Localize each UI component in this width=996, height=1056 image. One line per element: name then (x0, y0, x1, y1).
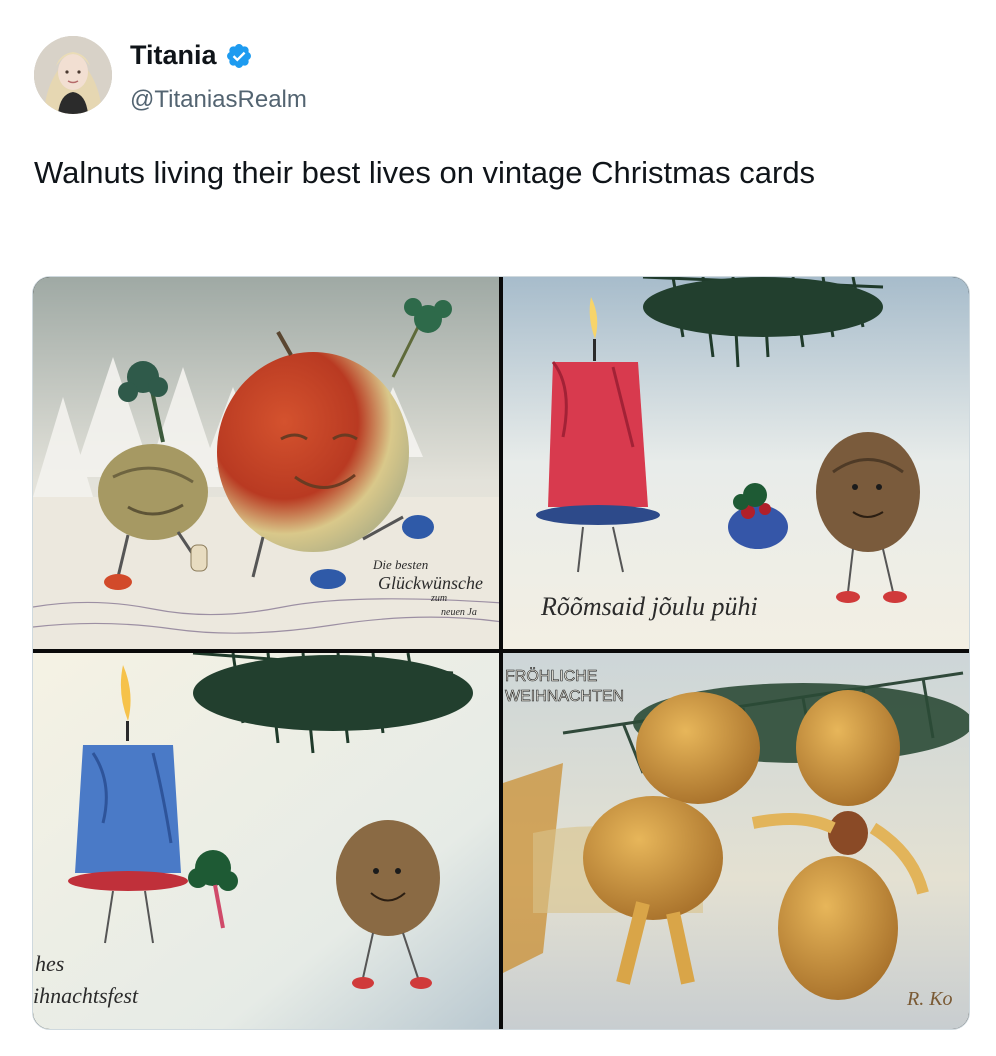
artist-signature: R. Ko (906, 988, 953, 1010)
tweet-text: Walnuts living their best lives on vinta… (34, 155, 816, 190)
greeting-line-1: Die besten (372, 557, 428, 572)
display-name[interactable]: Titania (130, 40, 217, 71)
greeting-line-1: Rõõmsaid jõulu pühi (540, 592, 758, 621)
media-grid[interactable]: Die besten Glückwünsche zum neuen Ja Rõõ… (32, 276, 970, 1030)
greeting-line-2: WEIHNACHTEN (505, 688, 624, 705)
author-handle[interactable]: @TitaniasRealm (130, 86, 307, 114)
greeting-line-1: hes (35, 951, 64, 976)
greeting-line-2: Glückwünsche (378, 573, 483, 593)
greeting-line-4: neuen Ja (441, 607, 477, 618)
media-image-4[interactable]: FRÖHLICHE WEIHNACHTEN R. Ko (503, 653, 969, 1029)
avatar[interactable] (34, 36, 112, 114)
greeting-line-1: FRÖHLICHE (505, 667, 597, 685)
media-image-1[interactable]: Die besten Glückwünsche zum neuen Ja (33, 277, 499, 649)
media-image-3[interactable]: hes ihnachtsfest (33, 653, 499, 1029)
greeting-line-3: zum (430, 593, 447, 604)
greeting-line-2: ihnachtsfest (33, 983, 139, 1008)
media-image-2[interactable]: Rõõmsaid jõulu pühi (503, 277, 969, 649)
author-name-row[interactable]: Titania (130, 40, 253, 71)
verified-badge-icon (225, 42, 253, 70)
avatar-image (34, 36, 112, 114)
